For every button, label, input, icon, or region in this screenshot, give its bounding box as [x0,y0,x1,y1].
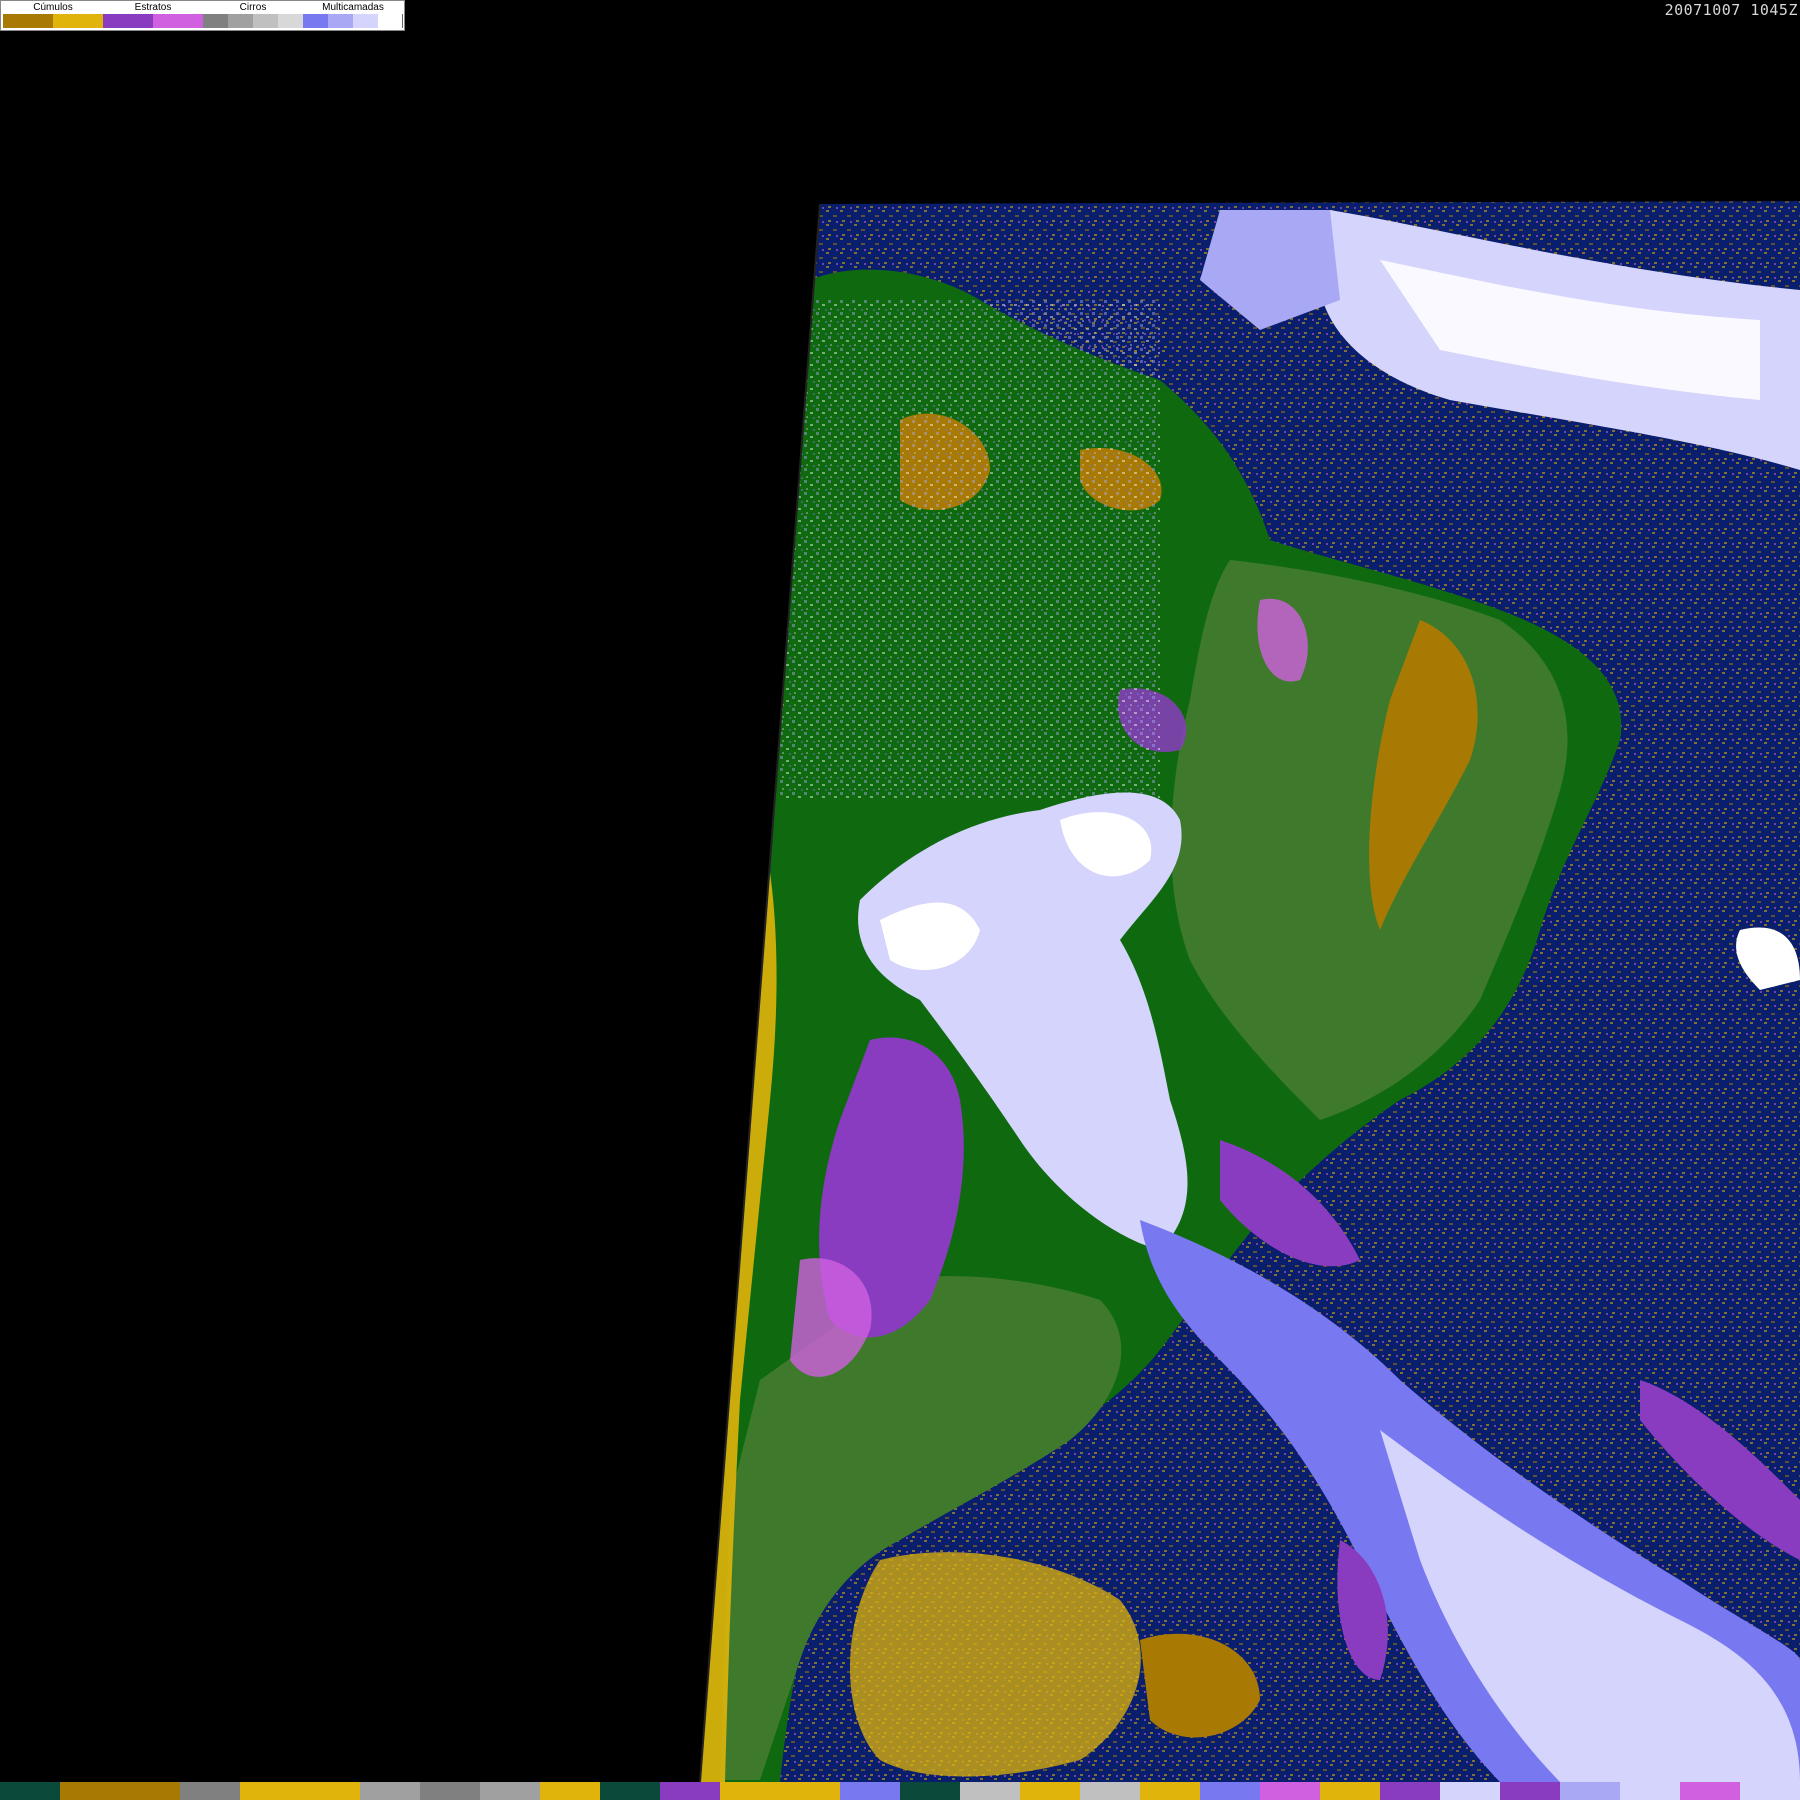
legend-swatch [278,14,303,28]
strip-cell [480,1782,540,1800]
strip-cell [1560,1782,1620,1800]
strip-cell [1320,1782,1380,1800]
strip-cell [1140,1782,1200,1800]
legend-label-1: Estratos [134,2,172,13]
image-timestamp: 20071007 1045Z [1664,1,1798,19]
strip-cell [720,1782,780,1800]
strip-cell [1500,1782,1560,1800]
legend-swatch [353,14,378,28]
strip-cell [0,1782,60,1800]
legend-swatch [203,14,228,28]
strip-cell [120,1782,180,1800]
strip-cell [1080,1782,1140,1800]
strip-cell [900,1782,960,1800]
strip-cell [540,1782,600,1800]
strip-cell [60,1782,120,1800]
strip-cell [1440,1782,1500,1800]
strip-cell [360,1782,420,1800]
strip-cell [660,1782,720,1800]
strip-cell [1260,1782,1320,1800]
legend-swatch [303,14,328,28]
legend-swatch [253,14,278,28]
strip-cell [180,1782,240,1800]
legend-swatch [53,14,103,28]
legend-label-0: Cúmulos [33,2,73,13]
legend-swatch [103,14,153,28]
strip-cell [1740,1782,1800,1800]
strip-cell [840,1782,900,1800]
strip-cell [1620,1782,1680,1800]
satellite-cloud-classification-map [699,201,1800,1782]
legend-swatch [378,14,403,28]
legend-label-3: Multicamadas [322,2,384,13]
legend-swatch [228,14,253,28]
strip-cell [420,1782,480,1800]
legend-label-2: Cirros [239,2,267,13]
strip-cell [300,1782,360,1800]
strip-cell [600,1782,660,1800]
legend-swatch [3,14,53,28]
strip-cell [1200,1782,1260,1800]
legend-swatch [328,14,353,28]
color-strip [0,1782,1800,1800]
strip-cell [1680,1782,1740,1800]
strip-cell [240,1782,300,1800]
strip-cell [780,1782,840,1800]
strip-cell [1020,1782,1080,1800]
legend-swatch [153,14,203,28]
strip-cell [1380,1782,1440,1800]
cloud-type-legend: Cúmulos Estratos Cirros Multicamadas [0,0,405,31]
strip-cell [960,1782,1020,1800]
